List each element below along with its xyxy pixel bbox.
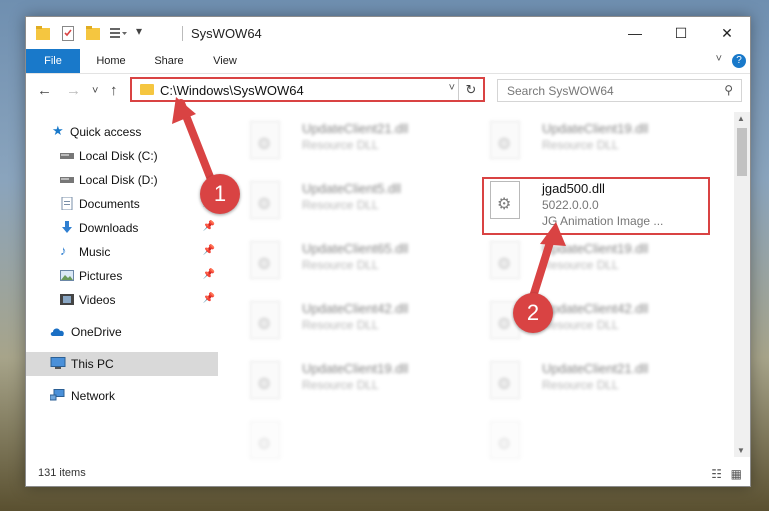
dll-file-icon: ⚙ [250, 361, 280, 399]
dll-file-icon: ⚙ [250, 181, 280, 219]
sidebar-item-downloads[interactable]: Downloads 📌 [26, 216, 218, 240]
tab-home[interactable]: Home [84, 49, 138, 73]
title-bar: ▾ SysWOW64 — ☐ ✕ [26, 17, 750, 49]
list-item[interactable]: ⚙ UpdateClient19.dll Resource DLL [482, 237, 702, 287]
dll-file-icon: ⚙ [490, 121, 520, 159]
vertical-scrollbar[interactable]: ▲ ▼ [734, 112, 750, 457]
list-item[interactable]: ⚙ [482, 417, 702, 467]
folder-icon [36, 26, 50, 40]
dll-file-icon: ⚙ [490, 241, 520, 279]
highlight-box [482, 177, 710, 235]
list-item[interactable]: ⚙ [242, 417, 462, 467]
list-item[interactable]: ⚙ UpdateClient21.dll Resource DLL [482, 357, 702, 407]
navigation-bar: ← → ˅ ↑ C:\Windows\SysWOW64 ˅ ↻ Search S… [26, 74, 750, 108]
scroll-down-icon[interactable]: ▼ [737, 446, 745, 455]
dll-file-icon: ⚙ [250, 121, 280, 159]
tab-share[interactable]: Share [142, 49, 196, 73]
sidebar-item-local-disk-c[interactable]: Local Disk (C:) [26, 144, 218, 168]
address-path: C:\Windows\SysWOW64 [160, 83, 304, 98]
forward-button[interactable]: → [66, 82, 81, 99]
pin-icon[interactable]: 📌 [203, 221, 215, 232]
list-item[interactable]: ⚙ UpdateClient19.dll Resource DLL [242, 357, 462, 407]
back-button[interactable]: ← [37, 82, 52, 99]
navigation-pane: ★ Quick access Local Disk (C:) Local Dis… [26, 112, 218, 457]
help-icon[interactable]: ? [732, 54, 746, 68]
music-icon: ♪ [60, 243, 67, 258]
scroll-up-icon[interactable]: ▲ [737, 114, 745, 123]
chevron-down-icon[interactable]: ˅ [449, 82, 455, 94]
search-placeholder: Search SysWOW64 [507, 84, 614, 98]
documents-icon [61, 197, 73, 210]
recent-locations-button[interactable]: ˅ [92, 85, 98, 97]
sidebar-item-network[interactable]: Network [26, 384, 218, 408]
drive-icon [60, 177, 74, 183]
close-button[interactable]: ✕ [704, 17, 750, 49]
dll-file-icon: ⚙ [490, 421, 520, 459]
sidebar-item-music[interactable]: ♪ Music 📌 [26, 240, 218, 264]
properties-icon[interactable] [62, 25, 74, 41]
sidebar-item-documents[interactable]: Documents 📌 [26, 192, 218, 216]
search-input[interactable]: Search SysWOW64 ⚲ [497, 79, 742, 102]
list-item[interactable]: ⚙ UpdateClient19.dll Resource DLL [482, 117, 702, 167]
star-icon: ★ [52, 123, 64, 138]
minimize-button[interactable]: — [612, 17, 658, 49]
dll-file-icon: ⚙ [250, 301, 280, 339]
maximize-button[interactable]: ☐ [658, 17, 704, 49]
window-title: SysWOW64 [191, 26, 262, 41]
dll-file-icon: ⚙ [250, 241, 280, 279]
network-icon [50, 389, 65, 401]
item-count: 131 items [38, 467, 86, 479]
callout-2: 2 [513, 293, 553, 333]
list-item[interactable]: ⚙ UpdateClient21.dll Resource DLL [242, 117, 462, 167]
up-button[interactable]: ↑ [110, 82, 118, 99]
callout-1: 1 [200, 174, 240, 214]
folder-icon [140, 84, 154, 95]
large-icons-view-icon[interactable]: ▦ [731, 467, 742, 481]
pin-icon[interactable]: 📌 [203, 269, 215, 280]
download-icon [62, 221, 72, 233]
sidebar-item-local-disk-d[interactable]: Local Disk (D:) [26, 168, 218, 192]
tab-file[interactable]: File [26, 49, 80, 73]
list-item[interactable]: ⚙ UpdateClient5.dll Resource DLL [242, 177, 462, 227]
toolbar-dropdown-icon[interactable]: ▾ [136, 24, 142, 38]
videos-icon [60, 294, 74, 305]
pictures-icon [60, 270, 74, 281]
ribbon: File Home Share View ˅ ? [26, 49, 750, 74]
address-bar[interactable]: C:\Windows\SysWOW64 ˅ ↻ [130, 77, 485, 102]
sidebar-item-quick-access[interactable]: ★ Quick access [26, 120, 218, 144]
new-folder-icon[interactable] [86, 25, 100, 41]
refresh-button[interactable]: ↻ [458, 79, 483, 100]
drive-icon [60, 153, 74, 159]
cloud-icon [50, 328, 64, 336]
tab-view[interactable]: View [198, 49, 252, 73]
search-icon[interactable]: ⚲ [724, 83, 733, 97]
pin-icon[interactable]: 📌 [203, 293, 215, 304]
list-item[interactable]: ⚙ UpdateClient65.dll Resource DLL [242, 237, 462, 287]
explorer-window: ▾ SysWOW64 — ☐ ✕ File Home Share View ˅ … [25, 16, 751, 487]
expand-ribbon-icon[interactable]: ˅ [716, 53, 722, 65]
sidebar-item-pictures[interactable]: Pictures 📌 [26, 264, 218, 288]
sidebar-item-onedrive[interactable]: OneDrive [26, 320, 218, 344]
pin-icon[interactable]: 📌 [203, 245, 215, 256]
list-item[interactable]: ⚙ UpdateClient42.dll Resource DLL [242, 297, 462, 347]
sidebar-item-this-pc[interactable]: This PC [26, 352, 218, 376]
file-list: ⚙ UpdateClient21.dll Resource DLL ⚙ Upda… [232, 112, 736, 459]
status-bar: 131 items ☷ ▦ [26, 462, 750, 486]
dll-file-icon: ⚙ [250, 421, 280, 459]
computer-icon [50, 357, 66, 369]
dll-file-icon: ⚙ [490, 361, 520, 399]
title-separator [182, 26, 183, 41]
customize-toolbar-icon[interactable] [110, 25, 128, 41]
scrollbar-thumb[interactable] [737, 128, 747, 176]
sidebar-item-videos[interactable]: Videos 📌 [26, 288, 218, 312]
details-view-icon[interactable]: ☷ [711, 467, 722, 481]
